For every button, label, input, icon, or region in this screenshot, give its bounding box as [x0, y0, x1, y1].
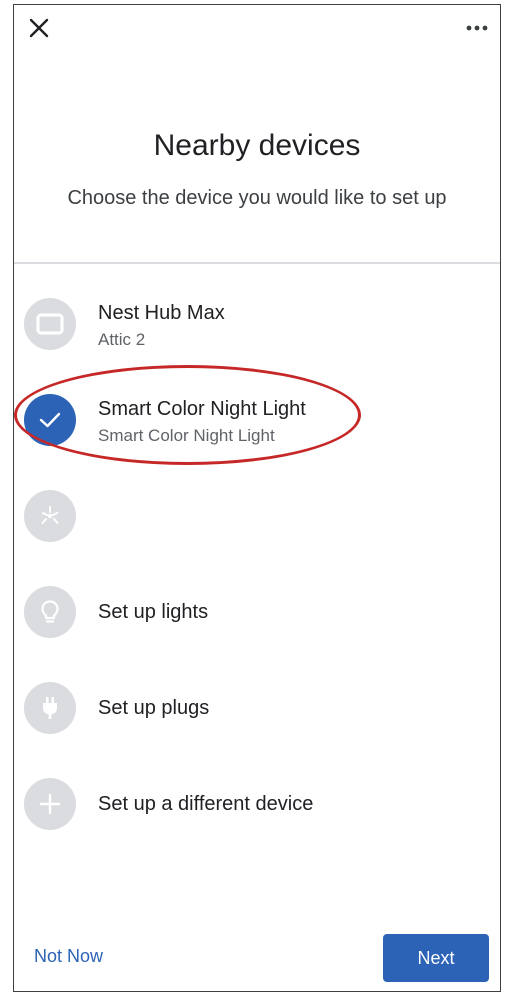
device-name: Set up lights: [98, 601, 209, 623]
more-options-button[interactable]: [460, 11, 494, 45]
more-horizontal-icon: [466, 25, 488, 31]
close-button[interactable]: [22, 11, 56, 45]
device-name: Nest Hub Max: [98, 302, 225, 324]
page-title: Nearby devices: [153, 129, 361, 162]
device-name: Set up a different device: [98, 793, 314, 815]
device-location: Attic 2: [98, 330, 146, 349]
device-item-set-up-different-device[interactable]: Set up a different device: [14, 768, 500, 848]
display-icon: [36, 313, 64, 335]
next-button[interactable]: Next: [383, 934, 489, 982]
device-icon-circle: [24, 682, 76, 734]
check-icon: [39, 412, 61, 428]
device-icon-circle: [24, 490, 76, 542]
device-type: Smart Color Night Light: [98, 426, 275, 445]
device-item-light-fixture[interactable]: [14, 480, 500, 560]
device-item-nest-hub-max[interactable]: Nest Hub Max Attic 2: [14, 288, 500, 368]
setup-screen: Nearby devices Choose the device you wou…: [13, 4, 501, 992]
device-icon-circle: [24, 298, 76, 350]
device-item-smart-color-night-light[interactable]: Smart Color Night Light Smart Color Nigh…: [14, 384, 500, 464]
device-item-set-up-lights[interactable]: Set up lights: [14, 576, 500, 656]
device-icon-circle: [24, 586, 76, 638]
light-fixture-icon: [41, 506, 59, 524]
divider: [14, 262, 500, 264]
device-icon-circle: [24, 778, 76, 830]
device-icon-circle-selected: [24, 394, 76, 446]
device-name: Set up plugs: [98, 697, 210, 719]
device-name: Smart Color Night Light: [98, 398, 306, 420]
device-item-set-up-plugs[interactable]: Set up plugs: [14, 672, 500, 752]
plus-icon: [39, 793, 61, 815]
plug-icon: [43, 697, 57, 719]
not-now-button[interactable]: Not Now: [34, 946, 103, 967]
lightbulb-icon: [41, 600, 59, 623]
close-icon: [29, 18, 49, 38]
page-subtitle: Choose the device you would like to set …: [67, 187, 447, 209]
